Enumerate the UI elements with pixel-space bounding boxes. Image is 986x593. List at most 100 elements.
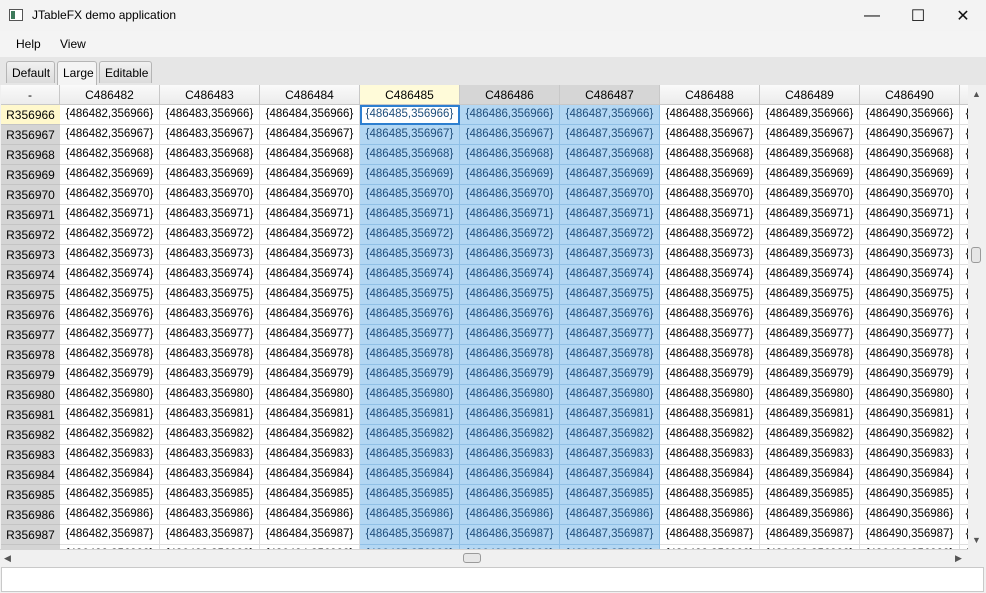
table-cell[interactable]: {486482,356966} [60, 105, 160, 125]
vertical-scroll-thumb[interactable] [971, 247, 981, 263]
arrow-right-icon[interactable]: ▶ [955, 553, 962, 564]
table-cell[interactable]: {486491,356986} [960, 505, 968, 525]
table-cell[interactable]: {486483,356969} [160, 165, 260, 185]
row-header[interactable]: R356969 [1, 165, 60, 185]
table-cell[interactable]: {486491,356967} [960, 125, 968, 145]
table-cell[interactable]: {486486,356967} [460, 125, 560, 145]
table-cell[interactable]: {486482,356967} [60, 125, 160, 145]
table-cell[interactable]: {486487,356979} [560, 365, 660, 385]
table-cell[interactable]: {486482,356974} [60, 265, 160, 285]
table-cell[interactable]: {486482,356986} [60, 505, 160, 525]
table-cell[interactable]: {486484,356972} [260, 225, 360, 245]
row-header[interactable]: R356973 [1, 245, 60, 265]
table-cell[interactable]: {486491,356970} [960, 185, 968, 205]
table-cell[interactable]: {486488,356986} [660, 505, 760, 525]
table-cell[interactable]: {486489,356979} [760, 365, 860, 385]
column-header[interactable]: C486483 [160, 85, 260, 105]
table-cell[interactable]: {486490,356987} [860, 525, 960, 545]
row-header[interactable]: R356984 [1, 465, 60, 485]
table-cell[interactable]: {486485,356971} [360, 205, 460, 225]
table-cell[interactable]: {486491,356984} [960, 465, 968, 485]
table-cell[interactable]: {486490,356986} [860, 505, 960, 525]
table-cell[interactable]: {486484,356979} [260, 365, 360, 385]
table-cell[interactable]: {486487,356972} [560, 225, 660, 245]
table-cell[interactable]: {486485,356967} [360, 125, 460, 145]
table-cell[interactable]: {486487,356982} [560, 425, 660, 445]
table-cell[interactable]: {486483,356970} [160, 185, 260, 205]
table-cell[interactable]: {486488,356978} [660, 345, 760, 365]
table-cell[interactable]: {486489,356983} [760, 445, 860, 465]
column-header[interactable]: C486487 [560, 85, 660, 105]
table-cell[interactable]: {486483,356971} [160, 205, 260, 225]
table-cell[interactable]: {486487,356981} [560, 405, 660, 425]
table-cell[interactable]: {486490,356982} [860, 425, 960, 445]
table-cell[interactable]: {486489,356969} [760, 165, 860, 185]
table-cell[interactable]: {486483,356972} [160, 225, 260, 245]
table-cell[interactable]: {486484,356968} [260, 145, 360, 165]
table-cell[interactable]: {486489,356977} [760, 325, 860, 345]
table-cell[interactable]: {486490,356980} [860, 385, 960, 405]
table-cell[interactable]: {486485,356978} [360, 345, 460, 365]
table-cell[interactable]: {486489,356978} [760, 345, 860, 365]
vertical-scrollbar[interactable]: ▲ ▼ [968, 85, 985, 549]
tab-default[interactable]: Default [6, 61, 55, 83]
table-cell[interactable]: {486483,356982} [160, 425, 260, 445]
row-header[interactable]: R356978 [1, 345, 60, 365]
table-cell[interactable]: {486490,356983} [860, 445, 960, 465]
maximize-button[interactable]: ☐ [895, 0, 941, 31]
table-cell[interactable]: {486488,356974} [660, 265, 760, 285]
table-cell[interactable]: {486491,356971} [960, 205, 968, 225]
table-cell[interactable]: {486484,356985} [260, 485, 360, 505]
table-cell[interactable]: {486486,356972} [460, 225, 560, 245]
table-cell[interactable]: {486488,356985} [660, 485, 760, 505]
table-cell[interactable]: {486487,356976} [560, 305, 660, 325]
table-cell[interactable]: {486490,356974} [860, 265, 960, 285]
table-cell[interactable]: {486485,356969} [360, 165, 460, 185]
tab-large[interactable]: Large [57, 61, 97, 85]
table-cell[interactable]: {486490,356978} [860, 345, 960, 365]
minimize-button[interactable]: — [849, 0, 895, 31]
table-cell[interactable]: {486483,356977} [160, 325, 260, 345]
column-header[interactable]: C486485 [360, 85, 460, 105]
table-cell[interactable]: {486488,356973} [660, 245, 760, 265]
table-cell[interactable]: {486485,356974} [360, 265, 460, 285]
table-cell[interactable]: {486484,356978} [260, 345, 360, 365]
arrow-up-icon[interactable]: ▲ [972, 89, 981, 99]
table-cell[interactable]: {486491,356973} [960, 245, 968, 265]
table-cell[interactable]: {486488,356971} [660, 205, 760, 225]
table-cell[interactable]: {486490,356969} [860, 165, 960, 185]
table-cell[interactable]: {486486,356973} [460, 245, 560, 265]
row-header[interactable]: R356975 [1, 285, 60, 305]
table-cell[interactable]: {486490,356984} [860, 465, 960, 485]
column-header[interactable]: C486488 [660, 85, 760, 105]
table-cell[interactable]: {486488,356969} [660, 165, 760, 185]
table-cell[interactable]: {486487,356977} [560, 325, 660, 345]
table-cell[interactable]: {486487,356969} [560, 165, 660, 185]
table-cell[interactable]: {486482,356973} [60, 245, 160, 265]
table-cell[interactable]: {486483,356976} [160, 305, 260, 325]
row-header[interactable]: R356972 [1, 225, 60, 245]
table-cell[interactable]: {486491,356968} [960, 145, 968, 165]
table-cell[interactable]: {486489,356973} [760, 245, 860, 265]
table-cell[interactable]: {486488,356984} [660, 465, 760, 485]
table-cell[interactable]: {486488,356982} [660, 425, 760, 445]
table-cell[interactable]: {486483,356966} [160, 105, 260, 125]
table-cell[interactable]: {486488,356983} [660, 445, 760, 465]
table-cell[interactable]: {486484,356970} [260, 185, 360, 205]
table-cell[interactable]: {486489,356966} [760, 105, 860, 125]
table-cell[interactable]: {486484,356966} [260, 105, 360, 125]
row-header[interactable]: R356983 [1, 445, 60, 465]
row-header[interactable]: R356981 [1, 405, 60, 425]
table-cell[interactable]: {486486,356971} [460, 205, 560, 225]
table-cell[interactable]: {486485,356980} [360, 385, 460, 405]
table-cell[interactable]: {486490,356966} [860, 105, 960, 125]
row-header[interactable]: R356980 [1, 385, 60, 405]
table-cell[interactable]: {486484,356975} [260, 285, 360, 305]
table-cell[interactable]: {486484,356974} [260, 265, 360, 285]
table-cell[interactable]: {486484,356976} [260, 305, 360, 325]
table-cell[interactable]: {486483,356983} [160, 445, 260, 465]
table-cell[interactable]: {486491,356983} [960, 445, 968, 465]
table-cell[interactable]: {486487,356967} [560, 125, 660, 145]
table-cell[interactable]: {486490,356972} [860, 225, 960, 245]
table-cell[interactable]: {486488,356972} [660, 225, 760, 245]
